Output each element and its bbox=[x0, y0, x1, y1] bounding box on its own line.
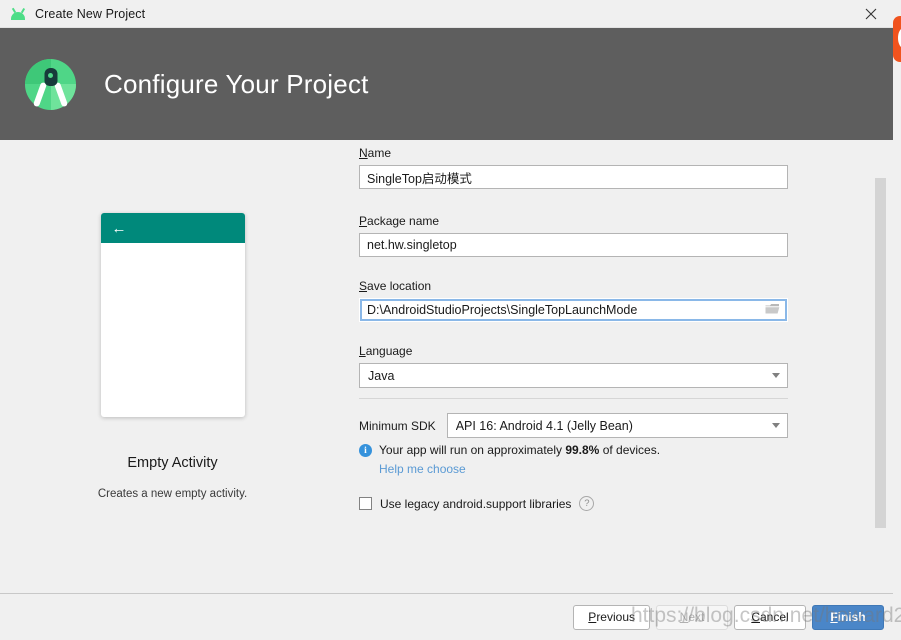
save-location-input-value: D:\AndroidStudioProjects\SingleTopLaunch… bbox=[367, 303, 638, 317]
legacy-libraries-checkbox[interactable] bbox=[359, 497, 372, 510]
form-divider bbox=[359, 398, 788, 399]
template-name: Empty Activity bbox=[127, 455, 218, 471]
language-label: Language bbox=[359, 344, 413, 358]
save-location-label: Save location bbox=[359, 279, 432, 293]
page-title: Configure Your Project bbox=[104, 68, 369, 99]
dialog-title: Create New Project bbox=[35, 6, 146, 21]
question-mark-icon[interactable]: ? bbox=[579, 496, 595, 511]
project-config-form: Name SingleTop启动模式 Package name net.hw.s… bbox=[345, 140, 850, 593]
sdk-coverage-text: Your app will run on approximately 99.8%… bbox=[379, 443, 661, 457]
name-input[interactable]: SingleTop启动模式 bbox=[359, 165, 788, 189]
language-field-row: Language Java bbox=[359, 344, 788, 388]
template-description: Creates a new empty activity. bbox=[97, 488, 248, 500]
folder-glyph bbox=[765, 303, 780, 313]
save-location-input[interactable]: D:\AndroidStudioProjects\SingleTopLaunch… bbox=[359, 298, 788, 322]
minimum-sdk-select[interactable]: API 16: Android 4.1 (Jelly Bean) bbox=[446, 413, 788, 438]
android-studio-logo-icon bbox=[25, 58, 76, 110]
minimum-sdk-select-value: API 16: Android 4.1 (Jelly Bean) bbox=[455, 418, 633, 433]
back-arrow-icon: ← bbox=[111, 219, 127, 237]
info-icon: i bbox=[359, 444, 372, 457]
chevron-down-icon bbox=[765, 373, 787, 378]
language-select-value: Java bbox=[368, 368, 395, 383]
chevron-down-icon bbox=[765, 423, 787, 428]
create-new-project-dialog: Create New Project Configure Your Projec… bbox=[0, 0, 893, 640]
close-icon[interactable] bbox=[849, 0, 893, 27]
dialog-header: Configure Your Project bbox=[0, 28, 893, 140]
template-preview-card: ← bbox=[100, 213, 245, 417]
finish-button[interactable]: Finish bbox=[812, 604, 884, 630]
minimum-sdk-field-row: Minimum SDK API 16: Android 4.1 (Jelly B… bbox=[359, 413, 788, 438]
content-scrollbar[interactable] bbox=[875, 140, 886, 593]
package-name-field-row: Package name net.hw.singletop bbox=[359, 214, 788, 257]
preview-appbar: ← bbox=[100, 213, 245, 243]
next-button: Next bbox=[656, 604, 728, 630]
folder-icon[interactable] bbox=[765, 303, 780, 318]
help-me-choose-link[interactable]: Help me choose bbox=[379, 462, 466, 476]
android-robot-icon bbox=[10, 6, 26, 22]
dialog-content: ← Empty Activity Creates a new empty act… bbox=[0, 140, 893, 593]
legacy-libraries-label: Use legacy android.support libraries bbox=[380, 496, 572, 511]
legacy-libraries-row: Use legacy android.support libraries ? bbox=[359, 496, 595, 511]
dialog-titlebar: Create New Project bbox=[0, 0, 893, 28]
template-preview-panel: ← Empty Activity Creates a new empty act… bbox=[0, 140, 345, 593]
sdk-coverage-percent: 99.8% bbox=[565, 443, 600, 457]
previous-button[interactable]: Previous bbox=[573, 604, 650, 630]
name-input-value: SingleTop启动模式 bbox=[367, 171, 472, 186]
dialog-footer: Previous Next Cancel Finish bbox=[0, 593, 893, 640]
language-select[interactable]: Java bbox=[359, 363, 788, 388]
package-name-label: Package name bbox=[359, 214, 440, 228]
name-label: Name bbox=[359, 146, 392, 160]
name-field-row: Name SingleTop启动模式 bbox=[359, 146, 788, 189]
scrollbar-thumb[interactable] bbox=[875, 178, 886, 528]
background-app-icon bbox=[893, 16, 901, 62]
close-glyph bbox=[865, 8, 877, 19]
package-name-input-value: net.hw.singletop bbox=[367, 238, 457, 252]
cancel-button[interactable]: Cancel bbox=[734, 604, 806, 630]
package-name-input[interactable]: net.hw.singletop bbox=[359, 233, 788, 257]
minimum-sdk-label: Minimum SDK bbox=[359, 418, 436, 433]
sdk-coverage-info: i Your app will run on approximately 99.… bbox=[359, 443, 660, 457]
save-location-field-row: Save location D:\AndroidStudioProjects\S… bbox=[359, 279, 788, 322]
